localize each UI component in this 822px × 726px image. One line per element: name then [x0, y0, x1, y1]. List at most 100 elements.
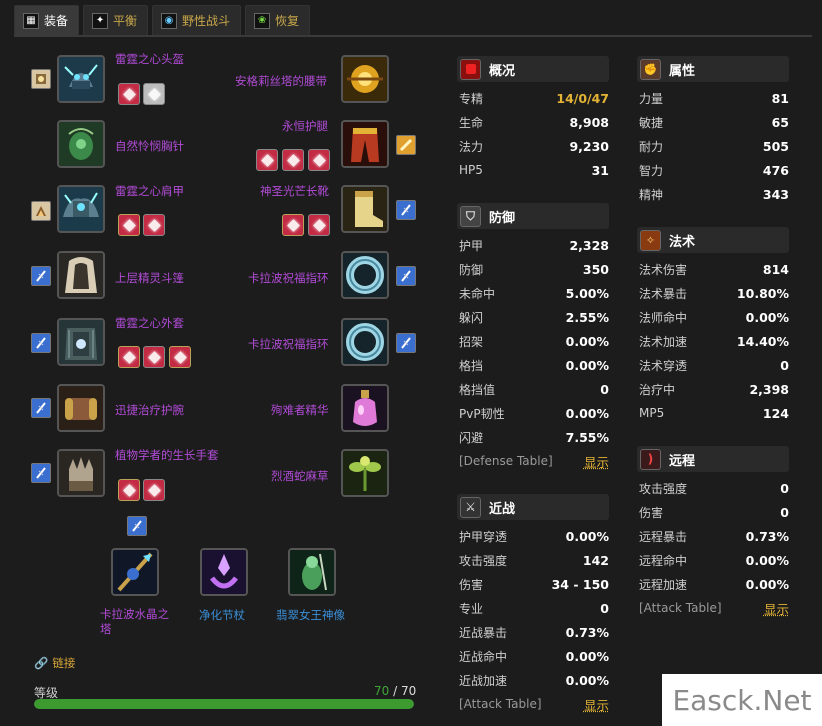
item-name-ring1[interactable]: 卡拉波祝福指环 [248, 270, 329, 286]
enchant-icon[interactable] [31, 201, 51, 221]
stat-label: 专精 [459, 91, 484, 106]
gloves-icon[interactable] [57, 449, 105, 497]
ranged-table-label: [Attack Table] [639, 601, 722, 615]
stat-row: 招架 0.00% [457, 329, 609, 353]
red-gem-icon[interactable] [169, 346, 191, 368]
level-value: 70 / 70 [374, 684, 416, 698]
link-button[interactable]: 🔗 链接 [34, 655, 75, 671]
enchant-icon[interactable] [396, 200, 416, 220]
ring-icon[interactable] [341, 251, 389, 299]
defense-show-link[interactable]: 显示 [584, 452, 609, 471]
enchant-icon[interactable] [31, 333, 51, 353]
item-name-ring2[interactable]: 卡拉波祝福指环 [248, 336, 329, 352]
red-gem-icon[interactable] [256, 149, 278, 171]
enchant-icon[interactable] [31, 266, 51, 286]
item-name-neck[interactable]: 自然怜悯胸针 [115, 138, 184, 154]
stat-label: HP5 [459, 163, 483, 177]
red-gem-icon[interactable] [118, 214, 140, 236]
item-name-back[interactable]: 上层精灵斗篷 [115, 270, 184, 286]
enchant-icon[interactable] [396, 333, 416, 353]
item-name-feet[interactable]: 神圣光芒长靴 [260, 183, 329, 199]
tab-label: 装备 [44, 14, 69, 28]
enchant-icon[interactable] [31, 463, 51, 483]
stat-row: 闪避 7.55% [457, 425, 609, 449]
red-gem-icon[interactable] [143, 214, 165, 236]
ranged-header: ) 远程 [637, 446, 789, 472]
ranged-show-link[interactable]: 显示 [764, 599, 789, 618]
stat-value: 0.00% [745, 309, 789, 325]
stat-row: MP5 124 [637, 401, 789, 425]
stat-value: 34 - 150 [551, 576, 609, 592]
stat-label: 治疗中 [639, 382, 676, 397]
enchant-icon[interactable] [396, 135, 416, 155]
chest-armor-icon[interactable] [57, 318, 105, 366]
red-gem-icon[interactable] [308, 214, 330, 236]
stat-value: 14.40% [736, 333, 789, 349]
helmet-icon[interactable] [57, 55, 105, 103]
item-name-waist[interactable]: 安格莉丝塔的腰带 [235, 73, 327, 89]
item-name-legs[interactable]: 永恒护腿 [282, 118, 328, 134]
stat-row: 远程加速 0.00% [637, 572, 789, 596]
tab-feral[interactable]: ◉ 野性战斗 [152, 5, 242, 35]
cloak-icon[interactable] [57, 251, 105, 299]
stat-row: 精神 343 [637, 182, 789, 206]
enchant-icon[interactable] [31, 69, 51, 89]
item-name-hands[interactable]: 植物学者的生长手套 [115, 447, 219, 463]
ring-icon[interactable] [341, 318, 389, 366]
red-gem-icon[interactable] [118, 83, 140, 105]
item-name-shoulder[interactable]: 雷霆之心肩甲 [115, 183, 184, 199]
item-name-head[interactable]: 雷霆之心头盔 [115, 51, 184, 67]
red-gem-icon[interactable] [143, 346, 165, 368]
enchant-icon[interactable] [127, 516, 147, 536]
panel-title: 属性 [669, 63, 696, 79]
bracer-icon[interactable] [57, 384, 105, 432]
item-name-relic[interactable]: 翡翠女王神像 [276, 607, 345, 623]
item-name-trinket1[interactable]: 殉难者精华 [271, 402, 329, 418]
idol-icon[interactable] [288, 548, 336, 596]
strength-icon: ✊ [640, 58, 661, 80]
necklace-icon[interactable] [57, 120, 105, 168]
enchant-icon[interactable] [31, 398, 51, 418]
stat-value: 343 [762, 186, 789, 202]
overview-panel: 概况 专精 14/0/47 生命 8,908 法力 9,230 HP5 31 [457, 56, 609, 182]
item-name-offhand[interactable]: 净化节杖 [199, 607, 245, 623]
enchant-icon[interactable] [396, 266, 416, 286]
stat-value: 0.00% [565, 672, 609, 688]
scepter-icon[interactable] [200, 548, 248, 596]
red-gem-icon[interactable] [282, 214, 304, 236]
stat-row: 攻击强度 142 [457, 548, 609, 572]
red-gem-icon[interactable] [308, 149, 330, 171]
stat-row: 敏捷 65 [637, 110, 789, 134]
stat-value: 5.00% [565, 285, 609, 301]
item-name-wrist[interactable]: 迅捷治疗护腕 [115, 402, 184, 418]
tab-label: 恢复 [275, 14, 300, 28]
stat-value: 81 [771, 90, 789, 106]
stat-label: 法师命中 [639, 310, 688, 325]
item-name-chest[interactable]: 雷霆之心外套 [115, 315, 184, 331]
stat-label: 精神 [639, 187, 664, 202]
potion-icon[interactable] [341, 384, 389, 432]
stat-row: HP5 31 [457, 158, 609, 182]
leggings-icon[interactable] [341, 120, 389, 168]
stat-row: 法术加速 14.40% [637, 329, 789, 353]
boots-icon[interactable] [341, 185, 389, 233]
red-gem-icon[interactable] [143, 479, 165, 501]
red-gem-icon[interactable] [118, 479, 140, 501]
stat-row: 格挡值 0 [457, 377, 609, 401]
staff-icon[interactable] [111, 548, 159, 596]
red-gem-icon[interactable] [282, 149, 304, 171]
item-name-mainhand[interactable]: 卡拉波水晶之塔 [100, 607, 175, 637]
melee-show-link[interactable]: 显示 [584, 695, 609, 714]
panel-title: 法术 [669, 234, 696, 250]
tab-balance[interactable]: ✦ 平衡 [83, 5, 149, 35]
belt-icon[interactable] [341, 55, 389, 103]
tab-gear[interactable]: ▦ 装备 [14, 5, 80, 35]
shoulder-icon[interactable] [57, 185, 105, 233]
item-name-trinket2[interactable]: 烈酒蛇麻草 [271, 468, 329, 484]
meta-gem-icon[interactable] [143, 83, 165, 105]
red-gem-icon[interactable] [118, 346, 140, 368]
tab-restoration[interactable]: ❀ 恢复 [245, 5, 311, 35]
stat-label: MP5 [639, 406, 665, 420]
stat-row: 智力 476 [637, 158, 789, 182]
plant-icon[interactable] [341, 449, 389, 497]
